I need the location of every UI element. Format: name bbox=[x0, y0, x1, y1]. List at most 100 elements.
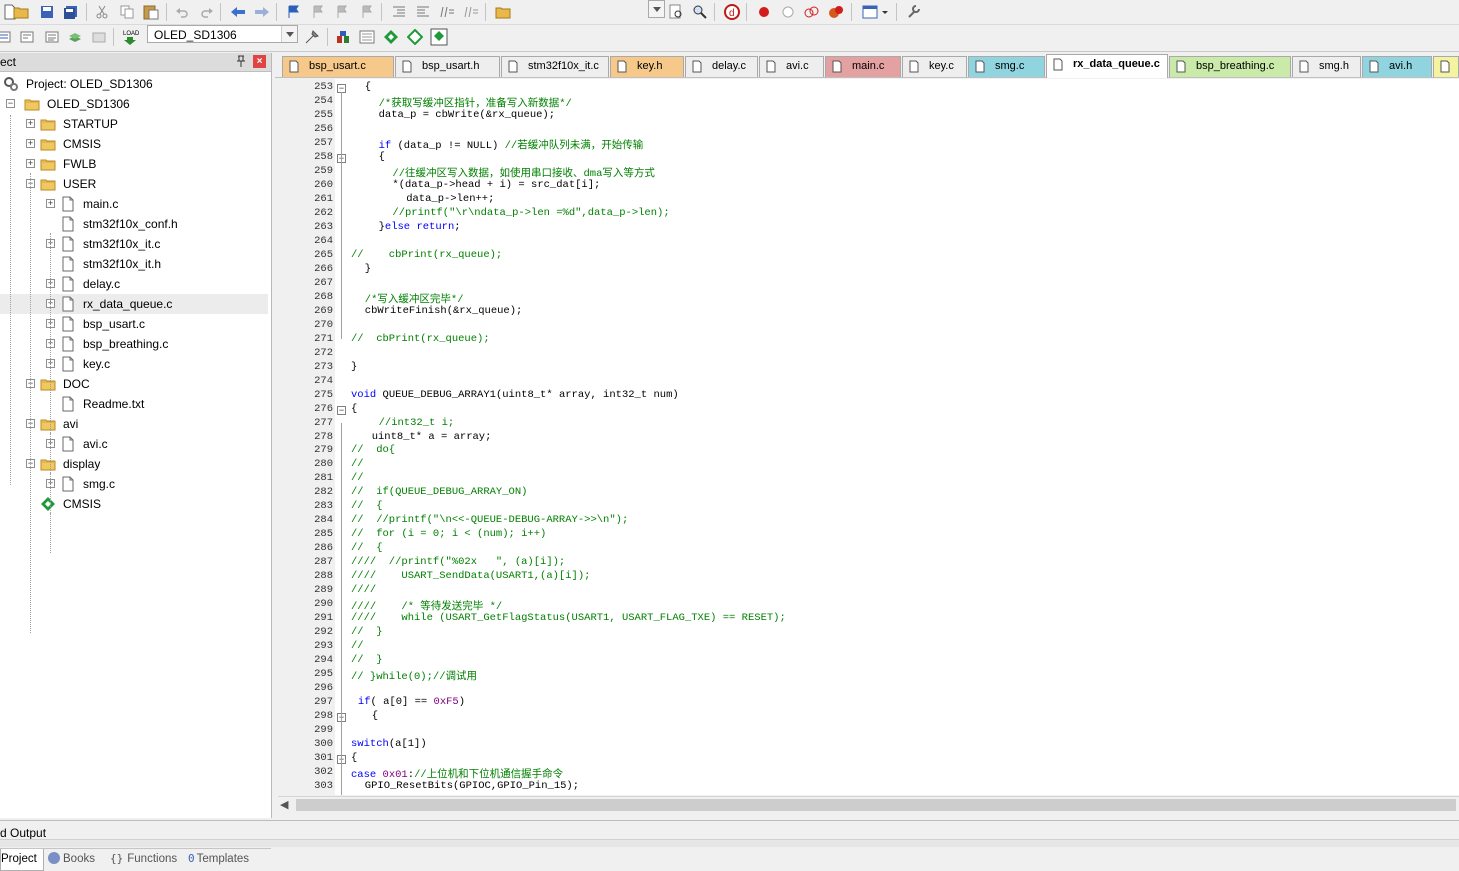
tree-item[interactable]: − USER bbox=[0, 174, 268, 194]
rebuild-icon[interactable] bbox=[42, 27, 62, 47]
clear-bookmarks-icon[interactable] bbox=[357, 2, 377, 22]
incremental-find-icon[interactable] bbox=[666, 2, 686, 22]
build-icon[interactable] bbox=[17, 27, 37, 47]
tree-item[interactable]: stm32f10x_it.h bbox=[0, 254, 268, 274]
editor-tab[interactable]: main.c bbox=[825, 56, 901, 77]
breakpoint-disable-icon[interactable] bbox=[778, 2, 798, 22]
window-layout-icon[interactable] bbox=[860, 2, 892, 22]
tree-item[interactable]: + avi.c bbox=[0, 434, 268, 454]
tree-item[interactable]: + rx_data_queue.c bbox=[0, 294, 268, 314]
editor-tab[interactable] bbox=[1433, 56, 1459, 77]
select-packs-icon[interactable] bbox=[405, 27, 425, 47]
tree-item[interactable]: + key.c bbox=[0, 354, 268, 374]
scroll-left-icon[interactable]: ◀ bbox=[280, 798, 294, 812]
run-time-environment-icon[interactable] bbox=[429, 27, 449, 47]
chevron-down-icon[interactable] bbox=[281, 26, 297, 42]
unindent-icon[interactable] bbox=[413, 2, 433, 22]
next-bookmark-icon[interactable] bbox=[332, 2, 352, 22]
bookmark-icon[interactable] bbox=[284, 2, 304, 22]
breakpoint-all-icon[interactable] bbox=[826, 2, 846, 22]
panel-tab-project[interactable]: Project bbox=[0, 849, 44, 871]
editor-tab[interactable]: avi.h bbox=[1362, 56, 1432, 77]
tree-item[interactable]: CMSIS bbox=[0, 494, 268, 514]
translate-icon[interactable] bbox=[0, 27, 14, 47]
editor-tab[interactable]: key.c bbox=[902, 56, 967, 77]
pin-icon[interactable] bbox=[234, 54, 248, 68]
panel-tab-books[interactable]: Books bbox=[46, 849, 102, 870]
configure-icon[interactable] bbox=[904, 2, 924, 22]
batch-build-icon[interactable] bbox=[65, 27, 85, 47]
navigate-back-icon[interactable] bbox=[228, 2, 248, 22]
editor-tab[interactable]: bsp_breathing.c bbox=[1169, 56, 1291, 77]
file-extensions-icon[interactable] bbox=[357, 27, 377, 47]
open-file-icon[interactable] bbox=[12, 2, 32, 22]
copy-icon[interactable] bbox=[117, 2, 137, 22]
expand-icon[interactable]: + bbox=[26, 159, 35, 168]
editor-tab[interactable]: key.h bbox=[610, 56, 684, 77]
code-line: //// //printf("%02x ", (a)[i]); bbox=[351, 556, 565, 568]
close-icon[interactable]: × bbox=[253, 55, 266, 68]
tree-item[interactable]: + FWLB bbox=[0, 154, 268, 174]
tree-item[interactable]: − DOC bbox=[0, 374, 268, 394]
tree-item[interactable]: Readme.txt bbox=[0, 394, 268, 414]
svg-text:LOAD: LOAD bbox=[123, 31, 139, 37]
collapse-icon[interactable]: − bbox=[6, 99, 15, 108]
editor-tab[interactable]: bsp_usart.c bbox=[282, 56, 394, 77]
breakpoint-icon[interactable] bbox=[754, 2, 774, 22]
breakpoint-kill-icon[interactable] bbox=[802, 2, 822, 22]
expand-icon[interactable]: + bbox=[26, 139, 35, 148]
tree-item[interactable]: − OLED_SD1306 bbox=[0, 94, 268, 114]
tree-item[interactable]: + stm32f10x_it.c bbox=[0, 234, 268, 254]
panel-tab-functions[interactable]: {} Functions bbox=[106, 849, 180, 870]
tree-item[interactable]: + smg.c bbox=[0, 474, 268, 494]
undo-icon[interactable] bbox=[172, 2, 192, 22]
editor-tab[interactable]: avi.c bbox=[759, 56, 824, 77]
scrollbar-thumb[interactable] bbox=[296, 799, 1456, 811]
cut-icon[interactable] bbox=[92, 2, 112, 22]
tree-item[interactable]: − display bbox=[0, 454, 268, 474]
debug-start-icon[interactable]: d bbox=[722, 2, 742, 22]
prev-bookmark-icon[interactable] bbox=[308, 2, 328, 22]
manage-project-items-icon[interactable] bbox=[333, 27, 353, 47]
save-icon[interactable] bbox=[37, 2, 57, 22]
find-in-files-icon[interactable] bbox=[493, 2, 513, 22]
tree-item[interactable]: Project: OLED_SD1306 bbox=[0, 74, 268, 94]
tree-item[interactable]: − avi bbox=[0, 414, 268, 434]
editor-tab[interactable]: bsp_usart.h bbox=[395, 56, 500, 77]
stop-build-icon[interactable] bbox=[89, 27, 109, 47]
tree-item[interactable]: + main.c bbox=[0, 194, 268, 214]
expand-icon[interactable]: + bbox=[46, 199, 55, 208]
editor-tab[interactable]: stm32f10x_it.c bbox=[501, 56, 609, 77]
manage-packs-icon[interactable] bbox=[381, 27, 401, 47]
editor-tab[interactable]: delay.c bbox=[685, 56, 758, 77]
horizontal-scrollbar[interactable]: ◀ bbox=[278, 796, 1459, 814]
download-icon[interactable]: LOAD bbox=[120, 27, 140, 47]
editor-tab[interactable]: rx_data_queue.c bbox=[1046, 54, 1168, 78]
fold-toggle-icon[interactable]: − bbox=[337, 405, 346, 415]
code-editor[interactable]: 253 254 255 256 257 258 259 260 261 262 263 264 265 2… bbox=[278, 79, 1459, 795]
tree-item[interactable]: + delay.c bbox=[0, 274, 268, 294]
line-number: 265 bbox=[314, 248, 333, 261]
editor-tab[interactable]: smg.h bbox=[1292, 56, 1361, 77]
tree-item[interactable]: stm32f10x_conf.h bbox=[0, 214, 268, 234]
editor-tab[interactable]: smg.c bbox=[968, 56, 1045, 77]
tree-item[interactable]: + bsp_breathing.c bbox=[0, 334, 268, 354]
find-icon[interactable] bbox=[690, 2, 710, 22]
uncomment-icon[interactable] bbox=[461, 2, 481, 22]
find-combo[interactable] bbox=[514, 0, 665, 18]
tree-item[interactable]: + bsp_usart.c bbox=[0, 314, 268, 334]
code-line: }else return; bbox=[379, 221, 461, 233]
expand-icon[interactable]: + bbox=[26, 119, 35, 128]
panel-tab-templates[interactable]: 0 Templates bbox=[184, 849, 264, 870]
comment-icon[interactable] bbox=[437, 2, 457, 22]
target-options-icon[interactable] bbox=[302, 27, 322, 47]
target-select[interactable]: OLED_SD1306 bbox=[147, 25, 298, 43]
chevron-down-icon[interactable] bbox=[648, 0, 665, 18]
save-all-icon[interactable] bbox=[61, 2, 81, 22]
tree-item[interactable]: + CMSIS bbox=[0, 134, 268, 154]
redo-icon[interactable] bbox=[197, 2, 217, 22]
tree-item[interactable]: + STARTUP bbox=[0, 114, 268, 134]
indent-icon[interactable] bbox=[389, 2, 409, 22]
paste-icon[interactable] bbox=[141, 2, 161, 22]
navigate-forward-icon[interactable] bbox=[252, 2, 272, 22]
